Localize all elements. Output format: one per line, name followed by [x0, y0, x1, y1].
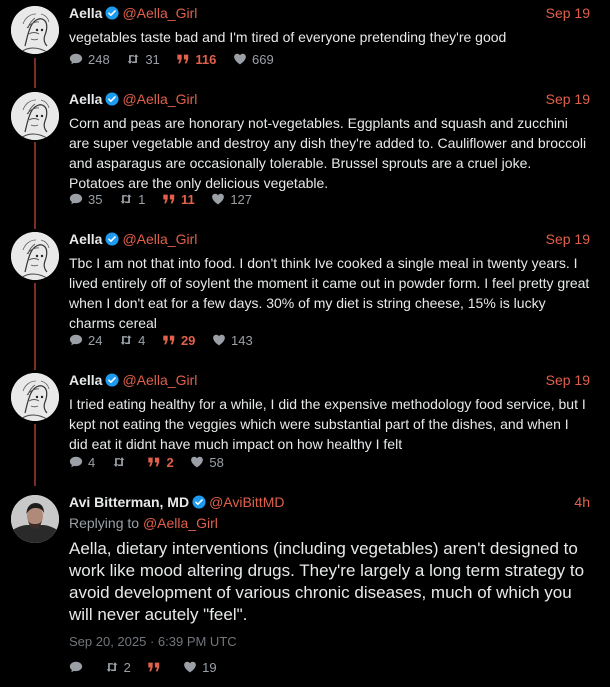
- author-handle[interactable]: @Aella_Girl: [122, 372, 197, 388]
- avatar[interactable]: [11, 92, 59, 140]
- replying-to-handle[interactable]: @Aella_Girl: [143, 515, 218, 531]
- quote-icon: [162, 192, 176, 206]
- quote-count[interactable]: 116: [176, 51, 216, 69]
- retweet-count[interactable]: [112, 454, 131, 472]
- like-count[interactable]: 58: [190, 454, 224, 472]
- comment-icon: [69, 333, 83, 347]
- heart-icon: [190, 455, 204, 469]
- retweet-icon: [119, 192, 133, 206]
- tweet-stats: 248 31 116 669: [69, 51, 287, 69]
- author-name[interactable]: Aella: [69, 372, 102, 388]
- retweet-icon: [105, 660, 119, 674]
- comment-icon: [69, 660, 83, 674]
- tweet-text: Corn and peas are honorary not-vegetable…: [69, 115, 587, 191]
- tweet-date[interactable]: Sep 19: [546, 371, 590, 389]
- tweet-date[interactable]: 4h: [574, 493, 590, 511]
- retweet-count[interactable]: 2: [105, 659, 131, 677]
- reply-count[interactable]: 248: [69, 51, 110, 69]
- verified-badge-icon: [105, 373, 119, 387]
- heart-icon: [211, 192, 225, 206]
- author-handle[interactable]: @Aella_Girl: [122, 91, 197, 107]
- thread-tweet[interactable]: Aella @Aella_Girl Sep 19 I tried eating h…: [0, 367, 610, 477]
- retweet-count[interactable]: 4: [119, 332, 145, 350]
- avatar[interactable]: [11, 6, 59, 54]
- thread-tweet[interactable]: Aella @Aella_Girl Sep 19 Tbc I am not tha…: [0, 226, 610, 356]
- avatar[interactable]: [11, 232, 59, 280]
- author-name[interactable]: Aella: [69, 231, 102, 247]
- tweet-stats: 35 1 11 127: [69, 191, 265, 209]
- retweet-count[interactable]: 1: [119, 191, 145, 209]
- quote-count[interactable]: 11: [162, 191, 195, 209]
- tweet-text: Tbc I am not that into food. I don't thi…: [69, 255, 590, 331]
- like-count[interactable]: 669: [233, 51, 274, 69]
- quote-count[interactable]: 2: [147, 454, 174, 472]
- verified-badge-icon: [105, 92, 119, 106]
- tweet-stats: 24 4 29 143: [69, 332, 266, 350]
- verified-badge-icon: [192, 495, 206, 509]
- tweet-date[interactable]: Sep 19: [546, 4, 590, 22]
- quote-icon: [176, 52, 190, 66]
- retweet-icon: [112, 455, 126, 469]
- thread-tweet[interactable]: Aella @Aella_Girl Sep 19 Corn and peas ar…: [0, 86, 610, 216]
- quote-count[interactable]: 29: [162, 332, 195, 350]
- heart-icon: [183, 660, 197, 674]
- retweet-icon: [126, 52, 140, 66]
- author-handle[interactable]: @AviBittMD: [209, 494, 284, 510]
- heart-icon: [233, 52, 247, 66]
- tweet-stats: 4 2 58: [69, 454, 237, 472]
- quote-count[interactable]: [147, 659, 166, 677]
- reply-count[interactable]: 4: [69, 454, 95, 472]
- replying-to: Replying to @Aella_Girl: [69, 515, 218, 531]
- like-count[interactable]: 19: [183, 659, 217, 677]
- reply-count[interactable]: 24: [69, 332, 102, 350]
- tweet-text: I tried eating healthy for a while, I di…: [69, 396, 586, 452]
- author-handle[interactable]: @Aella_Girl: [122, 5, 197, 21]
- retweet-count[interactable]: 31: [126, 51, 160, 69]
- quote-icon: [147, 455, 161, 469]
- author-handle[interactable]: @Aella_Girl: [122, 231, 197, 247]
- main-tweet-text: Aella, dietary interventions (including …: [69, 539, 585, 624]
- tweet-text: vegetables taste bad and I'm tired of ev…: [69, 29, 507, 45]
- quote-icon: [162, 333, 176, 347]
- comment-icon: [69, 455, 83, 469]
- retweet-icon: [119, 333, 133, 347]
- verified-badge-icon: [105, 6, 119, 20]
- thread-tweet[interactable]: Aella @Aella_Girl Sep 19 vegetables taste…: [0, 0, 610, 80]
- tweet-timestamp[interactable]: Sep 20, 2025 · 6:39 PM UTC: [69, 634, 237, 649]
- author-name[interactable]: Avi Bitterman, MD: [69, 494, 189, 510]
- tweet-date[interactable]: Sep 19: [546, 230, 590, 248]
- like-count[interactable]: 143: [212, 332, 253, 350]
- author-name[interactable]: Aella: [69, 5, 102, 21]
- avatar[interactable]: [11, 373, 59, 421]
- main-tweet-stats: 2 19: [69, 659, 230, 677]
- quote-icon: [147, 660, 161, 674]
- tweet-date[interactable]: Sep 19: [546, 90, 590, 108]
- verified-badge-icon: [105, 232, 119, 246]
- comment-icon: [69, 192, 83, 206]
- comment-icon: [69, 52, 83, 66]
- like-count[interactable]: 127: [211, 191, 252, 209]
- avatar[interactable]: [11, 495, 59, 543]
- heart-icon: [212, 333, 226, 347]
- reply-count[interactable]: 35: [69, 191, 102, 209]
- reply-count[interactable]: [69, 659, 88, 677]
- author-name[interactable]: Aella: [69, 91, 102, 107]
